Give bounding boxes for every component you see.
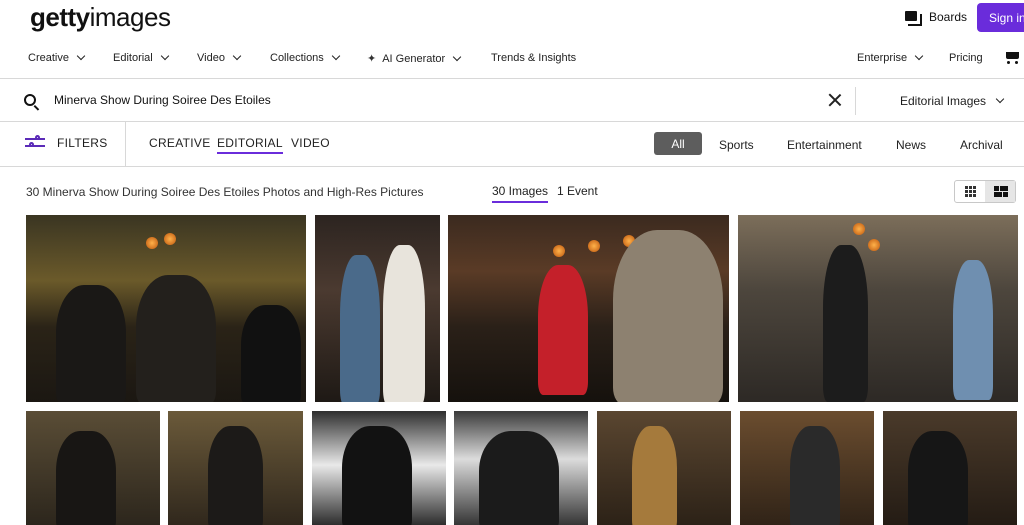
category-sports[interactable]: Sports (719, 138, 754, 152)
nav-editorial[interactable]: Editorial (113, 51, 169, 64)
nav-ai-generator-label: AI Generator (382, 52, 446, 65)
search-scope-dropdown[interactable]: Editorial Images (900, 94, 1005, 108)
results-title: 30 Minerva Show During Soiree Des Etoile… (26, 185, 424, 199)
tab-events[interactable]: 1 Event (557, 184, 598, 198)
cart-icon[interactable] (1004, 50, 1022, 64)
search-scope-label: Editorial Images (900, 94, 987, 108)
logo-bold: getty (30, 2, 90, 32)
photo-1[interactable] (26, 215, 306, 402)
boards-button[interactable]: Boards (905, 10, 968, 26)
photo-5[interactable] (26, 411, 160, 525)
nav-enterprise[interactable]: Enterprise (857, 51, 924, 64)
photo-2[interactable] (315, 215, 440, 402)
chevron-down-icon (452, 52, 462, 61)
nav-pricing-label: Pricing (949, 52, 983, 64)
chevron-down-icon (914, 51, 924, 61)
sign-in-button[interactable]: Sign in (977, 3, 1024, 32)
photo-7[interactable] (312, 411, 446, 525)
nav-video-label: Video (197, 52, 225, 64)
top-header: gettyimages Boards Sign in (0, 0, 1024, 36)
nav-creative[interactable]: Creative (28, 51, 86, 64)
photo-8[interactable] (454, 411, 588, 525)
mosaic-view-button[interactable] (985, 181, 1015, 202)
nav-trends-label: Trends & Insights (491, 52, 577, 64)
category-archival[interactable]: Archival (960, 138, 1003, 152)
chevron-down-icon (76, 51, 86, 61)
chevron-down-icon (995, 94, 1005, 104)
content-type-video[interactable]: VIDEO (291, 136, 330, 150)
nav-collections-label: Collections (270, 52, 324, 64)
search-bar: Editorial Images (0, 78, 1024, 122)
nav-trends-insights[interactable]: Trends & Insights (491, 52, 576, 64)
category-entertainment[interactable]: Entertainment (787, 138, 862, 152)
photo-11[interactable] (883, 411, 1017, 525)
logo-rest: images (89, 2, 171, 32)
filters-button[interactable]: FILTERS (25, 135, 108, 150)
category-news[interactable]: News (896, 138, 926, 152)
tab-images[interactable]: 30 Images (492, 184, 549, 203)
photo-4[interactable] (738, 215, 1018, 402)
boards-icon (905, 10, 922, 26)
boards-label: Boards (929, 10, 968, 24)
mosaic-icon (994, 186, 1008, 197)
photo-10[interactable] (740, 411, 874, 525)
nav-collections[interactable]: Collections (270, 51, 341, 64)
photo-3[interactable] (448, 215, 729, 402)
view-toggle (954, 180, 1016, 203)
category-all[interactable]: All (654, 132, 702, 155)
nav-enterprise-label: Enterprise (857, 52, 908, 64)
getty-images-logo[interactable]: gettyimages (30, 2, 171, 33)
chevron-down-icon (331, 51, 341, 61)
content-type-editorial[interactable]: EDITORIAL (217, 136, 283, 154)
photo-9[interactable] (597, 411, 731, 525)
clear-search-icon[interactable] (828, 93, 842, 107)
grid-icon (965, 186, 977, 197)
content-type-creative[interactable]: CREATIVE (149, 136, 211, 150)
filter-sliders-icon (25, 135, 45, 150)
filters-row: FILTERS CREATIVE EDITORIAL VIDEO All Spo… (0, 122, 1024, 167)
grid-view-button[interactable] (955, 181, 985, 202)
nav-ai-generator[interactable]: ✦ AI Generator (367, 52, 462, 65)
nav-pricing[interactable]: Pricing (949, 52, 983, 64)
filters-label: FILTERS (57, 136, 108, 150)
sparkle-icon: ✦ (367, 53, 377, 65)
chevron-down-icon (232, 51, 242, 61)
chevron-down-icon (160, 51, 169, 61)
photo-6[interactable] (168, 411, 303, 525)
search-input[interactable] (54, 90, 794, 110)
nav-editorial-label: Editorial (113, 52, 153, 64)
main-nav: Creative Editorial Video Collections ✦ AI… (0, 46, 1024, 70)
search-divider (855, 87, 856, 115)
search-icon[interactable] (24, 94, 36, 106)
nav-video[interactable]: Video (197, 51, 242, 64)
filters-divider (125, 122, 126, 167)
nav-creative-label: Creative (28, 52, 69, 64)
